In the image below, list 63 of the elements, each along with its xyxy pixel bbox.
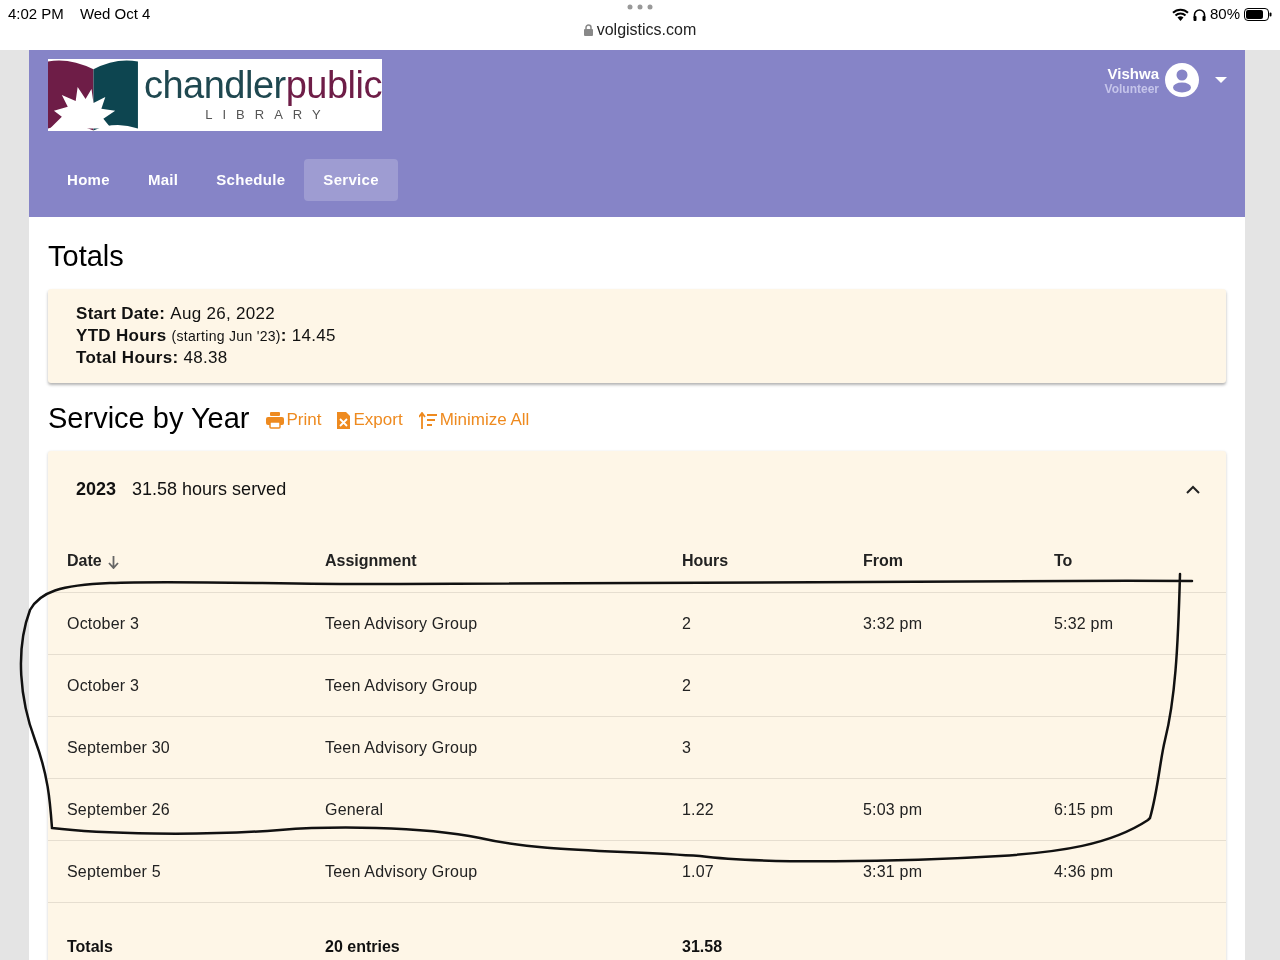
totals-line: Total Hours: 48.38: [76, 347, 229, 369]
sort-down-arrow-icon: [107, 555, 119, 569]
nav-tab[interactable]: Schedule: [197, 159, 305, 201]
more-dots-icon: [627, 4, 653, 10]
column-header[interactable]: Assignment: [325, 548, 682, 573]
headphones-icon: [1192, 7, 1206, 21]
logo-wordmark: chandlerpublic: [143, 65, 382, 106]
table-cell-text: 2: [682, 613, 693, 634]
user-name: Vishwa: [1107, 64, 1159, 82]
printer-icon: [265, 411, 284, 429]
wifi-icon: [1171, 7, 1189, 21]
action-link[interactable]: Print: [265, 407, 322, 433]
section-title: Service by Year: [48, 401, 250, 435]
year-label: 2023: [76, 477, 117, 501]
url-text[interactable]: volgistics.com: [596, 18, 697, 42]
totals-cell-text: Totals: [67, 937, 114, 957]
table-cell-text: 2: [682, 675, 693, 696]
logo-subtitle: LIBRARY: [204, 106, 331, 125]
column-header[interactable]: From: [863, 548, 1054, 573]
nav-tab[interactable]: Service: [304, 159, 398, 201]
table-cell-text: General: [325, 799, 385, 820]
section-title: Totals: [48, 239, 125, 273]
table-cell-text: 3:32 pm: [863, 613, 924, 634]
table-cell-text: 1.07: [682, 861, 715, 882]
table-cell-text: Teen Advisory Group: [325, 675, 479, 696]
battery-icon: [1244, 7, 1272, 21]
hours-summary: 31.58 hours served: [132, 477, 287, 501]
totals-cell-text: 31.58: [682, 937, 724, 957]
table-cell-text: Teen Advisory Group: [325, 861, 479, 882]
table-cell-text: October 3: [67, 675, 141, 696]
table-cell-text: 4:36 pm: [1054, 861, 1115, 882]
column-header[interactable]: Date: [67, 548, 325, 573]
column-header[interactable]: To: [1054, 548, 1207, 573]
action-link[interactable]: Export: [337, 407, 403, 433]
status-time: 4:02 PM: [8, 4, 64, 24]
table-cell-text: Teen Advisory Group: [325, 613, 479, 634]
action-link[interactable]: Minimize All: [418, 407, 530, 433]
table-cell-text: Teen Advisory Group: [325, 737, 479, 758]
spreadsheet-file-icon: [337, 411, 351, 429]
user-avatar-icon[interactable]: [1165, 63, 1199, 97]
column-header[interactable]: Hours: [682, 548, 863, 573]
table-cell-text: 1.22: [682, 799, 715, 820]
battery-percent: 80%: [1209, 4, 1240, 24]
table-cell-text: 5:32 pm: [1054, 613, 1115, 634]
chevron-icon[interactable]: [1186, 484, 1200, 494]
nav-tab[interactable]: Mail: [128, 159, 198, 201]
totals-cell-text: 20 entries: [325, 937, 401, 957]
nav-tab[interactable]: Home: [48, 159, 129, 201]
user-role: Volunteer: [1104, 81, 1159, 96]
table-cell-text: 3:31 pm: [863, 861, 924, 882]
dropdown-caret-icon[interactable]: [1215, 77, 1227, 83]
table-cell-text: 6:15 pm: [1054, 799, 1115, 820]
lock-icon: [583, 24, 593, 36]
table-cell-text: 3: [682, 737, 693, 758]
status-date: Wed Oct 4: [79, 4, 151, 24]
totals-line: YTD Hours (starting Jun '23): 14.45: [76, 324, 337, 347]
table-cell-text: September 30: [67, 737, 171, 758]
table-cell-text: October 3: [67, 613, 141, 634]
totals-line: Start Date: Aug 26, 2022: [76, 303, 276, 325]
table-cell-text: 5:03 pm: [863, 799, 924, 820]
table-cell-text: September 5: [67, 861, 162, 882]
sort-lines-icon: [418, 411, 437, 429]
table-cell-text: September 26: [67, 799, 171, 820]
